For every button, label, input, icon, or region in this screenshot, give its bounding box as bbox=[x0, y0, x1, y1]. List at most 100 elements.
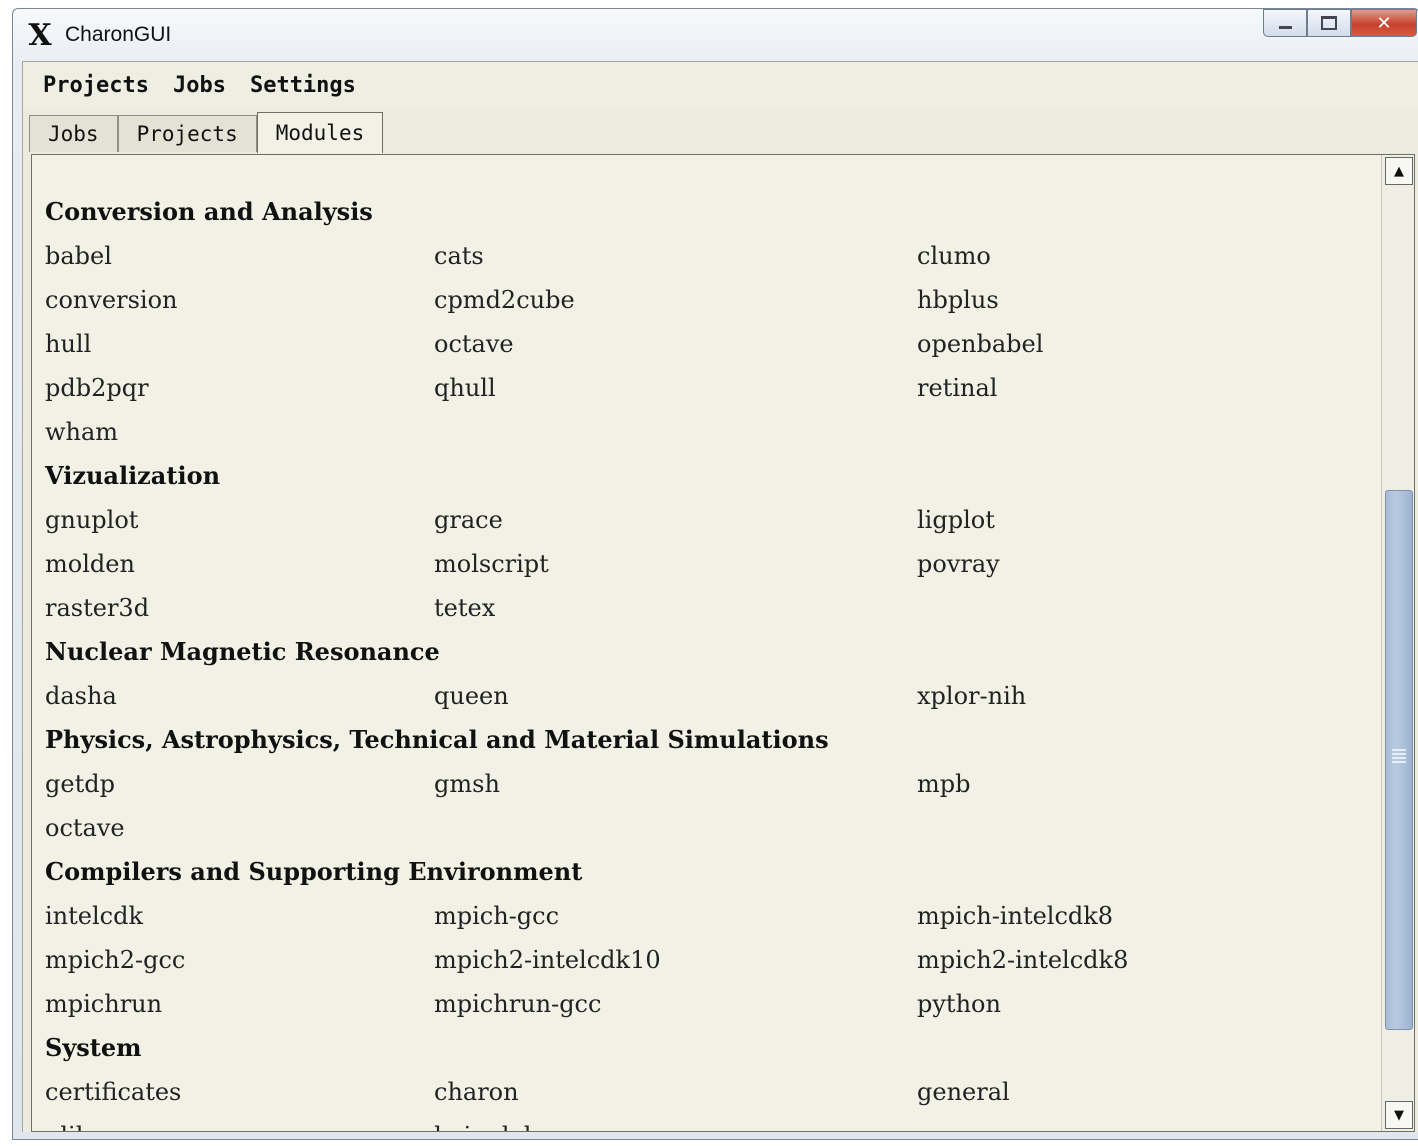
title-bar[interactable]: X CharonGUI ✕ bbox=[13, 9, 1418, 59]
scroll-up-button[interactable]: ▲ bbox=[1385, 157, 1413, 185]
module-link[interactable]: charon bbox=[434, 1078, 917, 1106]
window-title: CharonGUI bbox=[65, 23, 172, 46]
module-link[interactable]: glibc bbox=[45, 1122, 434, 1131]
section-title: Vizualization bbox=[45, 461, 221, 490]
module-link[interactable]: conversion bbox=[45, 286, 434, 314]
scroll-down-button[interactable]: ▼ bbox=[1385, 1101, 1413, 1129]
vertical-scrollbar[interactable]: ▲ ▼ bbox=[1381, 155, 1414, 1131]
module-link[interactable]: raster3d bbox=[45, 594, 434, 622]
minimize-button[interactable] bbox=[1263, 9, 1307, 37]
module-link[interactable]: mpich-gcc bbox=[434, 902, 917, 930]
module-link[interactable]: mpichrun bbox=[45, 990, 434, 1018]
tab-jobs[interactable]: Jobs bbox=[29, 115, 118, 152]
tab-projects[interactable]: Projects bbox=[117, 115, 257, 152]
scrollbar-thumb[interactable] bbox=[1385, 490, 1413, 1030]
module-row: molden molscript povray bbox=[45, 542, 1378, 586]
arrow-down-icon: ▼ bbox=[1394, 1107, 1404, 1123]
module-link[interactable]: getdp bbox=[45, 770, 434, 798]
arrow-up-icon: ▲ bbox=[1394, 163, 1404, 179]
module-link[interactable]: octave bbox=[45, 814, 434, 842]
module-row: conversion cpmd2cube hbplus bbox=[45, 278, 1378, 322]
window-controls: ✕ bbox=[1263, 9, 1417, 37]
list-top-spacer bbox=[32, 155, 1378, 190]
app-window: X CharonGUI ✕ Projects Jobs Settings Job… bbox=[12, 8, 1418, 1140]
client-area: Projects Jobs Settings Jobs Projects Mod… bbox=[22, 61, 1418, 1132]
module-link[interactable]: mpich2-intelcdk10 bbox=[434, 946, 917, 974]
module-link[interactable]: xplor-nih bbox=[917, 682, 1347, 710]
tab-bar: Jobs Projects Modules bbox=[29, 110, 384, 153]
modules-panel: Conversion and Analysis babel cats clumo con… bbox=[31, 154, 1415, 1132]
module-link[interactable]: mpich2-gcc bbox=[45, 946, 434, 974]
module-link[interactable]: hull bbox=[45, 330, 434, 358]
close-button[interactable]: ✕ bbox=[1351, 9, 1417, 37]
module-row: mpichrun mpichrun-gcc python bbox=[45, 982, 1378, 1026]
module-section: Nuclear Magnetic Resonance dasha queen xplo… bbox=[32, 630, 1378, 718]
module-row: getdp gmsh mpb bbox=[45, 762, 1378, 806]
module-section: Conversion and Analysis babel cats clumo con… bbox=[32, 190, 1378, 454]
module-row: octave bbox=[45, 806, 1378, 850]
minimize-icon bbox=[1278, 25, 1292, 29]
module-link[interactable]: certificates bbox=[45, 1078, 434, 1106]
module-row: intelcdk mpich-gcc mpich-intelcdk8 bbox=[45, 894, 1378, 938]
module-link[interactable]: mpb bbox=[917, 770, 1347, 798]
module-link[interactable]: cats bbox=[434, 242, 917, 270]
module-link[interactable]: mpich2-intelcdk8 bbox=[917, 946, 1347, 974]
module-row: raster3d tetex bbox=[45, 586, 1378, 630]
module-link[interactable]: hbplus bbox=[917, 286, 1347, 314]
section-title: System bbox=[45, 1033, 142, 1062]
module-section: Vizualization gnuplot grace ligplot molden mo… bbox=[32, 454, 1378, 630]
module-link[interactable]: grace bbox=[434, 506, 917, 534]
module-row: hull octave openbabel bbox=[45, 322, 1378, 366]
module-link[interactable]: molden bbox=[45, 550, 434, 578]
module-row: wham bbox=[45, 410, 1378, 454]
module-link[interactable]: ligplot bbox=[917, 506, 1347, 534]
module-link[interactable]: qhull bbox=[434, 374, 917, 402]
grip-icon bbox=[1392, 749, 1406, 763]
x-logo-icon: X bbox=[28, 18, 52, 53]
module-link[interactable]: gmsh bbox=[434, 770, 917, 798]
menu-projects[interactable]: Projects bbox=[29, 73, 163, 98]
module-link[interactable]: intelcdk bbox=[45, 902, 434, 930]
module-link[interactable]: mpich-intelcdk8 bbox=[917, 902, 1347, 930]
close-icon: ✕ bbox=[1376, 12, 1392, 34]
module-link[interactable]: dasha bbox=[45, 682, 434, 710]
maximize-icon bbox=[1321, 16, 1337, 30]
module-row: gnuplot grace ligplot bbox=[45, 498, 1378, 542]
module-link[interactable]: molscript bbox=[434, 550, 917, 578]
module-section: Physics, Astrophysics, Technical and Mat… bbox=[32, 718, 1378, 850]
section-title: Physics, Astrophysics, Technical and Mat… bbox=[45, 725, 829, 754]
module-link[interactable]: pdb2pqr bbox=[45, 374, 434, 402]
menu-jobs[interactable]: Jobs bbox=[159, 73, 240, 98]
tab-modules[interactable]: Modules bbox=[256, 112, 384, 153]
section-title: Compilers and Supporting Environment bbox=[45, 857, 583, 886]
module-section: Compilers and Supporting Environment inte… bbox=[32, 850, 1378, 1026]
module-link[interactable]: octave bbox=[434, 330, 917, 358]
module-link[interactable]: heimdal bbox=[434, 1122, 917, 1131]
module-link[interactable]: ms bbox=[917, 1122, 1347, 1131]
module-link[interactable]: babel bbox=[45, 242, 434, 270]
modules-list: Conversion and Analysis babel cats clumo con… bbox=[32, 155, 1378, 1131]
module-link[interactable]: openbabel bbox=[917, 330, 1347, 358]
module-link[interactable]: gnuplot bbox=[45, 506, 434, 534]
module-row: babel cats clumo bbox=[45, 234, 1378, 278]
module-link[interactable]: general bbox=[917, 1078, 1347, 1106]
module-link[interactable]: cpmd2cube bbox=[434, 286, 917, 314]
module-row: certificates charon general bbox=[45, 1070, 1378, 1114]
module-section: Systemcertificatescharongeneralglibcheim… bbox=[32, 1026, 1378, 1131]
module-link[interactable]: povray bbox=[917, 550, 1347, 578]
section-title: Conversion and Analysis bbox=[45, 197, 373, 226]
module-row: glibcheimdalms bbox=[45, 1114, 1378, 1131]
menu-settings[interactable]: Settings bbox=[236, 73, 370, 98]
module-row: pdb2pqr qhull retinal bbox=[45, 366, 1378, 410]
section-title: Nuclear Magnetic Resonance bbox=[45, 637, 440, 666]
module-link[interactable]: mpichrun-gcc bbox=[434, 990, 917, 1018]
module-link[interactable]: tetex bbox=[434, 594, 917, 622]
module-link[interactable]: queen bbox=[434, 682, 917, 710]
module-row: mpich2-gcc mpich2-intelcdk10 mpich2-intelc… bbox=[45, 938, 1378, 982]
module-link[interactable]: wham bbox=[45, 418, 434, 446]
module-link[interactable]: retinal bbox=[917, 374, 1347, 402]
module-link[interactable]: python bbox=[917, 990, 1347, 1018]
maximize-button[interactable] bbox=[1307, 9, 1351, 37]
module-link[interactable]: clumo bbox=[917, 242, 1347, 270]
module-row: dasha queen xplor-nih bbox=[45, 674, 1378, 718]
